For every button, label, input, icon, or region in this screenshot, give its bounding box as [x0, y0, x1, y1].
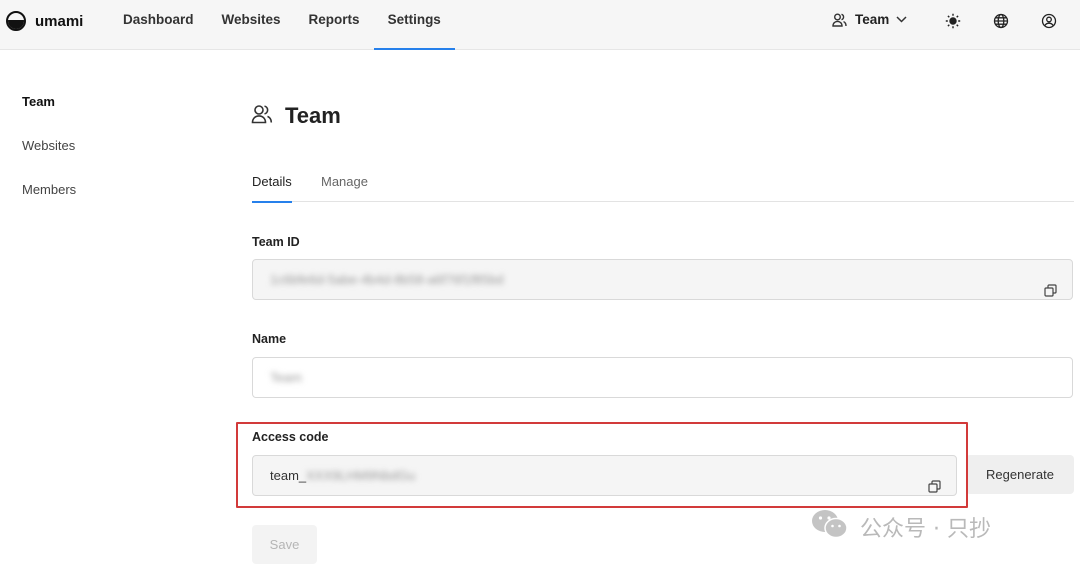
- users-icon: [251, 104, 273, 129]
- team-switcher[interactable]: Team: [832, 12, 907, 27]
- page-header: Team: [251, 103, 341, 129]
- app-logo[interactable]: umami: [6, 11, 83, 31]
- main-nav: Dashboard Websites Reports Settings: [109, 0, 456, 50]
- team-id-value: 1c6bfe6d-5abe-4b4d-8b58-a6f76f1f85bd: [270, 272, 504, 287]
- save-button[interactable]: Save: [252, 525, 317, 564]
- team-id-label: Team ID: [252, 235, 300, 249]
- watermark: 公众号 · 只抄: [810, 508, 991, 546]
- globe-icon[interactable]: [992, 12, 1010, 30]
- team-id-field[interactable]: 1c6bfe6d-5abe-4b4d-8b58-a6f76f1f85bd: [252, 259, 1073, 300]
- name-label: Name: [252, 332, 287, 346]
- page-title: Team: [285, 103, 341, 128]
- sidebar-item-members[interactable]: Members: [22, 180, 76, 224]
- wechat-icon: [810, 508, 850, 546]
- app-name: umami: [35, 12, 84, 30]
- nav-settings[interactable]: Settings: [373, 0, 456, 50]
- tab-manage[interactable]: Manage: [321, 174, 368, 202]
- regenerate-button[interactable]: Regenerate: [966, 455, 1074, 494]
- nav-dashboard[interactable]: Dashboard: [109, 0, 208, 50]
- top-navigation-bar: umami Dashboard Websites Reports Setting…: [0, 0, 1080, 50]
- umami-logo-icon: [6, 11, 26, 31]
- settings-sidebar: Team Websites Members: [22, 92, 76, 224]
- name-value: Team: [270, 370, 302, 385]
- annotation-highlight-box: [236, 422, 968, 508]
- sun-icon[interactable]: [944, 12, 962, 30]
- watermark-text: 公众号 · 只抄: [860, 517, 991, 542]
- name-input[interactable]: Team: [252, 357, 1073, 398]
- user-circle-icon[interactable]: [1040, 12, 1058, 30]
- nav-reports[interactable]: Reports: [295, 0, 374, 50]
- chevron-down-icon: [896, 16, 907, 23]
- team-switcher-label: Team: [855, 12, 890, 27]
- tab-details[interactable]: Details: [252, 174, 292, 203]
- detail-tabs: Details Manage: [252, 174, 1074, 203]
- users-icon: [832, 13, 847, 27]
- copy-icon[interactable]: [1044, 273, 1058, 297]
- sidebar-item-websites[interactable]: Websites: [22, 136, 76, 180]
- sidebar-item-team[interactable]: Team: [22, 92, 76, 136]
- nav-websites[interactable]: Websites: [208, 0, 295, 50]
